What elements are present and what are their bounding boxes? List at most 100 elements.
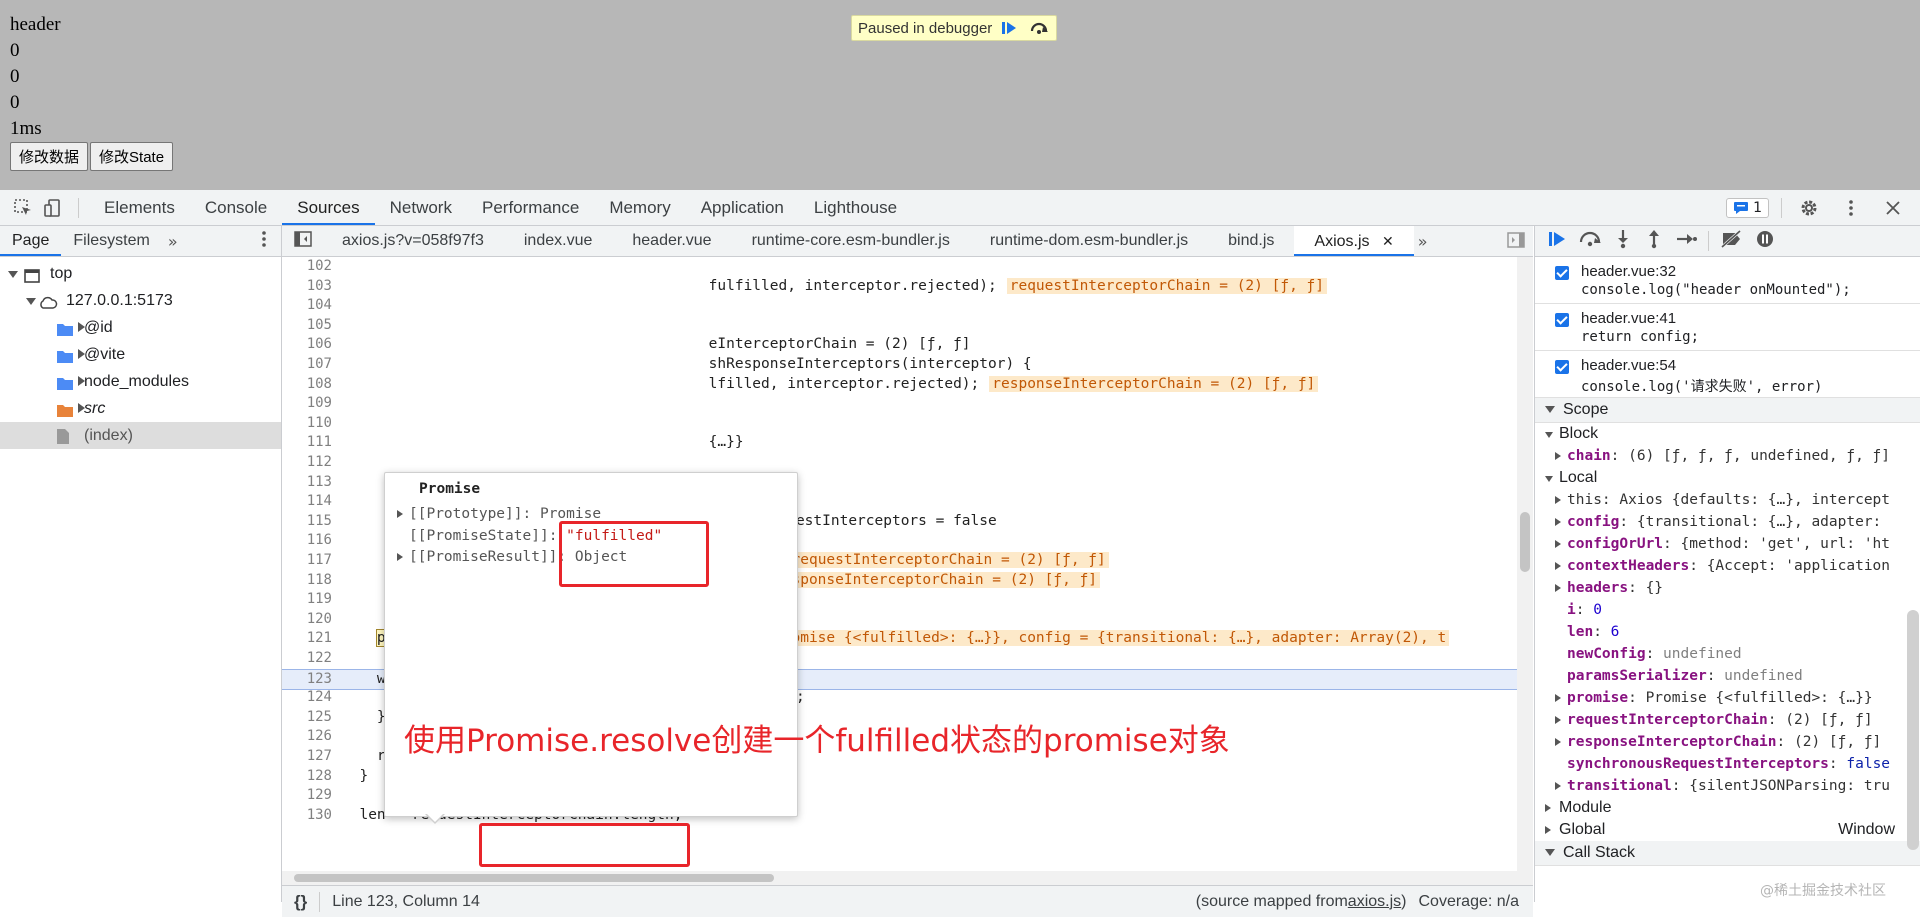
scroll-thumb[interactable] xyxy=(1520,512,1530,572)
line-number[interactable]: 121 xyxy=(292,629,332,649)
tab-elements[interactable]: Elements xyxy=(89,190,190,225)
tree-item-index[interactable]: (index) xyxy=(0,422,281,449)
breakpoint-item[interactable]: header.vue:41 return config; xyxy=(1535,304,1920,351)
line-number[interactable]: 114 xyxy=(292,492,332,512)
line-number[interactable]: 130 xyxy=(292,806,332,826)
scope-local[interactable]: Local xyxy=(1535,467,1920,489)
line-number[interactable]: 125 xyxy=(292,708,332,728)
scope-variable-this[interactable]: this: Axios {defaults: {…}, intercept xyxy=(1535,489,1920,511)
line-number[interactable]: 116 xyxy=(292,531,332,551)
line-number[interactable]: 119 xyxy=(292,590,332,610)
file-tab-header-vue[interactable]: header.vue xyxy=(612,226,731,256)
more-tabs-chevron-icon[interactable]: » xyxy=(1418,232,1428,251)
line-number[interactable]: 112 xyxy=(292,453,332,473)
tree-item-vite[interactable]: @vite xyxy=(0,341,281,368)
breakpoint-checkbox[interactable] xyxy=(1555,360,1569,374)
scope-variable-paramsserializer[interactable]: paramsSerializer: undefined xyxy=(1535,665,1920,687)
line-number[interactable]: 120 xyxy=(292,610,332,630)
scope-section-header[interactable]: Scope xyxy=(1535,398,1920,423)
device-toolbar-icon[interactable] xyxy=(38,193,68,223)
call-stack-section-header[interactable]: Call Stack xyxy=(1535,841,1920,866)
line-number[interactable]: 109 xyxy=(292,394,332,414)
gear-icon[interactable] xyxy=(1794,193,1824,223)
toggle-navigator-icon[interactable] xyxy=(282,231,322,251)
tab-application[interactable]: Application xyxy=(686,190,799,225)
issues-badge[interactable]: 1 xyxy=(1726,197,1769,218)
toggle-debugger-icon[interactable] xyxy=(1507,232,1525,252)
scroll-thumb[interactable] xyxy=(294,874,774,882)
editor-horizontal-scrollbar[interactable] xyxy=(282,871,1533,885)
scope-variable-i[interactable]: i: 0 xyxy=(1535,599,1920,621)
line-number[interactable]: 113 xyxy=(292,473,332,493)
line-number[interactable]: 127 xyxy=(292,747,332,767)
tree-item-src[interactable]: src xyxy=(0,395,281,422)
line-number[interactable]: 108 xyxy=(292,375,332,395)
tab-network[interactable]: Network xyxy=(375,190,467,225)
scope-variable-transitional[interactable]: transitional: {silentJSONParsing: tru xyxy=(1535,775,1920,797)
tab-console[interactable]: Console xyxy=(190,190,282,225)
close-tab-icon[interactable]: ✕ xyxy=(1382,233,1394,249)
scope-variable-chain[interactable]: chain: (6) [ƒ, ƒ, ƒ, undefined, ƒ, ƒ] xyxy=(1535,445,1920,467)
line-number[interactable]: 110 xyxy=(292,414,332,434)
scope-variable-contextheaders[interactable]: contextHeaders: {Accept: 'application xyxy=(1535,555,1920,577)
resume-icon[interactable] xyxy=(996,18,1022,38)
resume-icon[interactable] xyxy=(1547,230,1567,252)
more-tabs-chevron-icon[interactable]: » xyxy=(168,232,178,251)
file-tab-index-vue[interactable]: index.vue xyxy=(504,226,613,256)
deactivate-breakpoints-icon[interactable] xyxy=(1720,229,1744,252)
line-number[interactable]: 107 xyxy=(292,355,332,375)
line-number[interactable]: 126 xyxy=(292,727,332,747)
expanded-arrow-icon[interactable] xyxy=(26,298,36,305)
line-number[interactable]: 117 xyxy=(292,551,332,571)
line-number[interactable]: 104 xyxy=(292,296,332,316)
scope-variable-len[interactable]: len: 6 xyxy=(1535,621,1920,643)
inspect-element-icon[interactable] xyxy=(8,193,38,223)
kebab-menu-icon[interactable] xyxy=(1836,193,1866,223)
tab-memory[interactable]: Memory xyxy=(594,190,685,225)
modify-data-button[interactable]: 修改数据 xyxy=(10,142,89,171)
line-number[interactable]: 129 xyxy=(292,786,332,806)
nav-tab-filesystem[interactable]: Filesystem xyxy=(61,226,161,256)
line-number[interactable]: 128 xyxy=(292,767,332,787)
modify-state-button[interactable]: 修改State xyxy=(90,142,174,171)
scope-variable-newconfig[interactable]: newConfig: undefined xyxy=(1535,643,1920,665)
file-tab-axios-js[interactable]: Axios.js ✕ xyxy=(1294,226,1415,256)
kebab-menu-icon[interactable] xyxy=(261,230,267,252)
breakpoint-checkbox[interactable] xyxy=(1555,266,1569,280)
popover-row-prototype[interactable]: [[Prototype]]: Promise xyxy=(397,506,601,522)
pause-on-exceptions-icon[interactable] xyxy=(1755,229,1775,253)
editor-vertical-scrollbar[interactable] xyxy=(1517,257,1533,871)
scope-variable-synchronousrequestinterceptors[interactable]: synchronousRequestInterceptors: false xyxy=(1535,753,1920,775)
line-number[interactable]: 106 xyxy=(292,335,332,355)
scope-variable-responseinterceptorchain[interactable]: responseInterceptorChain: (2) [ƒ, ƒ] xyxy=(1535,731,1920,753)
tree-item-node-modules[interactable]: node_modules xyxy=(0,368,281,395)
breakpoint-item[interactable]: header.vue:32 console.log("header onMount… xyxy=(1535,257,1920,304)
line-number[interactable]: 105 xyxy=(292,316,332,336)
step-out-icon[interactable] xyxy=(1644,229,1664,253)
step-icon[interactable] xyxy=(1675,230,1697,252)
scope-variable-promise[interactable]: promise: Promise {<fulfilled>: {…}} xyxy=(1535,687,1920,709)
scope-variable-headers[interactable]: headers: {} xyxy=(1535,577,1920,599)
line-number[interactable]: 123 xyxy=(292,670,332,690)
scope-variable-requestinterceptorchain[interactable]: requestInterceptorChain: (2) [ƒ, ƒ] xyxy=(1535,709,1920,731)
file-tab-runtime-core[interactable]: runtime-core.esm-bundler.js xyxy=(732,226,970,256)
expanded-arrow-icon[interactable] xyxy=(8,271,18,278)
line-number[interactable]: 115 xyxy=(292,512,332,532)
scope-variable-config[interactable]: config: {transitional: {…}, adapter: xyxy=(1535,511,1920,533)
nav-tab-page[interactable]: Page xyxy=(0,226,62,256)
line-number[interactable]: 102 xyxy=(292,257,332,277)
step-over-icon[interactable] xyxy=(1578,230,1602,252)
line-number[interactable]: 111 xyxy=(292,433,332,453)
scope-module[interactable]: Module xyxy=(1535,797,1920,819)
line-number[interactable]: 124 xyxy=(292,688,332,708)
file-tab-bind-js[interactable]: bind.js xyxy=(1208,226,1294,256)
sidebar-scrollbar[interactable] xyxy=(1907,610,1919,850)
step-into-icon[interactable] xyxy=(1613,229,1633,253)
tree-item-id[interactable]: @id xyxy=(0,314,281,341)
scope-block[interactable]: Block xyxy=(1535,423,1920,445)
breakpoint-checkbox[interactable] xyxy=(1555,313,1569,327)
breakpoint-item[interactable]: header.vue:54 console.log('请求失败', error) xyxy=(1535,351,1920,398)
step-over-icon[interactable] xyxy=(1026,18,1052,38)
line-number[interactable]: 103 xyxy=(292,277,332,297)
scope-global[interactable]: Global Window xyxy=(1535,819,1920,841)
